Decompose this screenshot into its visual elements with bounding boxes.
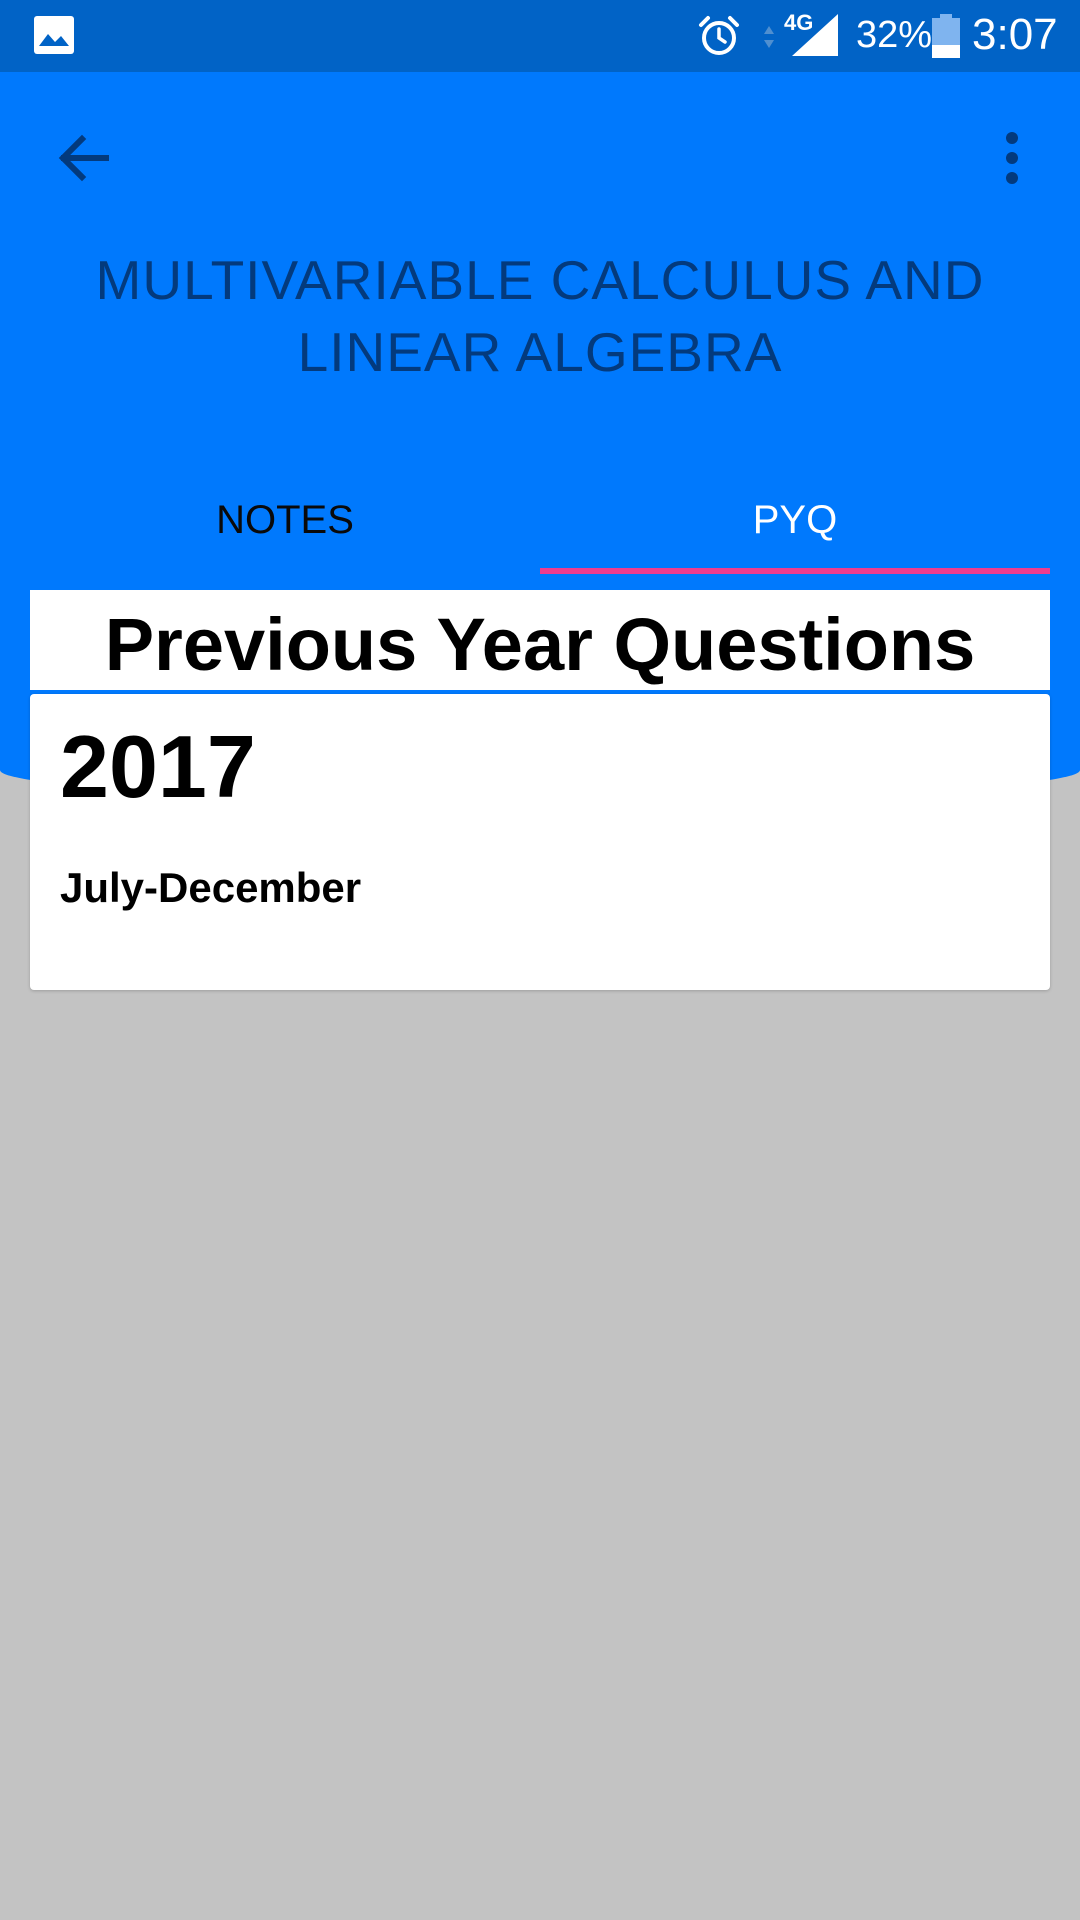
section-title: Previous Year Questions	[30, 590, 1050, 690]
tab-pyq[interactable]: PYQ	[540, 470, 1050, 570]
battery-icon	[932, 14, 960, 58]
card-year: 2017	[60, 717, 256, 816]
arrow-left-icon[interactable]	[52, 126, 116, 190]
status-clock: 3:07	[972, 10, 1058, 59]
tab-notes-label: NOTES	[216, 497, 354, 542]
status-bar: 4G 32% 3:07	[0, 0, 1080, 72]
data-arrows-icon	[764, 26, 774, 48]
more-vert-icon[interactable]	[990, 126, 1034, 190]
tab-pyq-label: PYQ	[752, 497, 838, 542]
page-title: MULTIVARIABLE CALCULUS AND LINEAR ALGEBR…	[95, 249, 985, 383]
alarm-icon	[699, 16, 739, 55]
signal-icon	[792, 14, 838, 56]
battery-percent: 32%	[856, 14, 933, 56]
card-term: July-December	[60, 864, 362, 911]
tab-notes[interactable]: NOTES	[30, 470, 540, 570]
pyq-card-2017[interactable]: 2017 July-December	[30, 694, 1050, 990]
tab-indicator	[540, 568, 1050, 574]
gallery-icon	[34, 16, 74, 54]
